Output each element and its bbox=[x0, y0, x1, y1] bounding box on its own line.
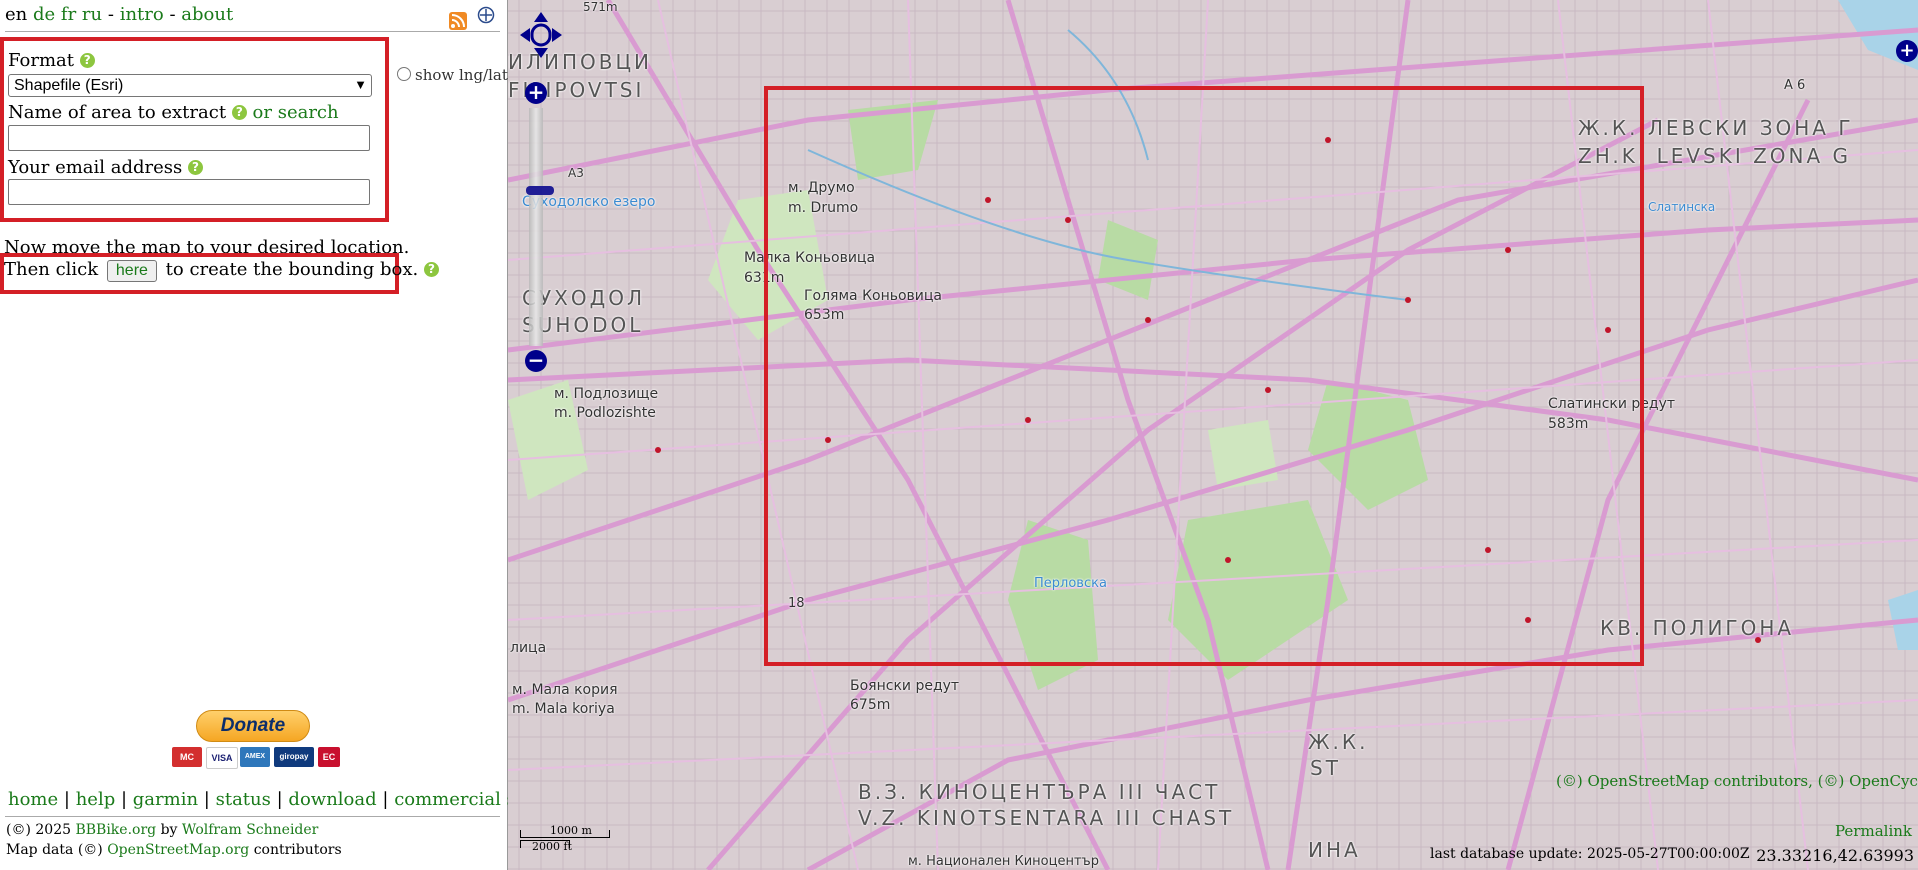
map-data-credit: Map data (©) OpenStreetMap.org contribut… bbox=[6, 842, 342, 858]
coordinates-readout: 23.33216,42.63993 bbox=[1756, 846, 1914, 865]
or-search-link[interactable]: or search bbox=[253, 102, 339, 123]
divider bbox=[5, 31, 500, 32]
bbbike-link[interactable]: BBBike.org bbox=[75, 822, 156, 838]
bounding-box[interactable] bbox=[764, 86, 1644, 666]
format-label: Format ? bbox=[8, 50, 95, 71]
map-canvas[interactable]: ИЛИПОВЦИ FILIPOVTSI 571m Суходолско езер… bbox=[508, 0, 1918, 870]
lang-ru[interactable]: ru bbox=[82, 4, 102, 25]
intro-link[interactable]: intro bbox=[120, 4, 164, 25]
zoom-slider-track[interactable] bbox=[526, 108, 554, 346]
crosshair-icon[interactable] bbox=[477, 6, 495, 24]
zoom-in-icon[interactable]: + bbox=[525, 82, 547, 104]
about-link[interactable]: about bbox=[181, 4, 233, 25]
lang-de[interactable]: de bbox=[33, 4, 55, 25]
email-label: Your email address ? bbox=[8, 157, 204, 178]
help-icon[interactable]: ? bbox=[188, 160, 204, 175]
garmin-link[interactable]: garmin bbox=[133, 789, 198, 810]
mastercard-icon: MC bbox=[172, 747, 202, 767]
rss-icon[interactable] bbox=[449, 12, 467, 30]
help-icon[interactable]: ? bbox=[231, 105, 247, 120]
sidebar: en de fr ru - intro - about Format ? Sha… bbox=[0, 0, 577, 870]
zoom-slider-handle[interactable] bbox=[526, 186, 554, 195]
show-lnglat-option[interactable]: show lng/lat bbox=[397, 66, 508, 84]
zoom-out-icon[interactable]: − bbox=[525, 350, 547, 372]
layer-switcher-icon[interactable]: + bbox=[1896, 40, 1918, 62]
area-name-input[interactable] bbox=[8, 125, 370, 151]
status-link[interactable]: status bbox=[216, 789, 271, 810]
area-label: Name of area to extract ? or search bbox=[8, 102, 339, 123]
copyright: (©) 2025 BBBike.org by Wolfram Schneider bbox=[6, 822, 319, 838]
database-update: last database update: 2025-05-27T00:00:0… bbox=[1430, 846, 1750, 862]
download-link[interactable]: download bbox=[288, 789, 376, 810]
permalink-link[interactable]: Permalink bbox=[1835, 822, 1912, 840]
donate-button[interactable]: Donate bbox=[196, 710, 310, 742]
help-link[interactable]: help bbox=[76, 789, 116, 810]
language-bar: en de fr ru - intro - about bbox=[5, 4, 234, 25]
scale-bar: 1000 m 2000 ft bbox=[520, 824, 610, 860]
radio-icon[interactable] bbox=[397, 67, 411, 81]
footer-links: home | help | garmin | status | download… bbox=[8, 789, 578, 810]
giropay-icon: giropay bbox=[274, 747, 314, 767]
amex-icon: AMEX bbox=[240, 747, 270, 767]
osm-link[interactable]: OpenStreetMap.org bbox=[107, 842, 249, 858]
email-input[interactable] bbox=[8, 179, 370, 205]
chevron-down-icon: ▼ bbox=[354, 77, 367, 92]
help-icon[interactable]: ? bbox=[79, 53, 95, 68]
help-icon[interactable]: ? bbox=[423, 262, 439, 277]
home-link[interactable]: home bbox=[8, 789, 58, 810]
create-bbox-button[interactable]: here bbox=[106, 260, 157, 282]
map-attribution[interactable]: (©) OpenStreetMap contributors, (©) Open… bbox=[1556, 772, 1918, 790]
lang-fr[interactable]: fr bbox=[61, 4, 76, 25]
zoom-control[interactable]: + − bbox=[525, 82, 554, 372]
ec-icon: EC bbox=[318, 747, 340, 767]
format-select[interactable]: Shapefile (Esri) ▼ bbox=[8, 74, 372, 97]
instruction-line-2: Then click here to create the bounding b… bbox=[4, 259, 439, 282]
lang-current: en bbox=[5, 4, 28, 25]
visa-icon: VISA bbox=[206, 747, 238, 769]
author-link[interactable]: Wolfram Schneider bbox=[182, 822, 318, 838]
divider bbox=[5, 816, 500, 817]
pan-control[interactable] bbox=[518, 10, 564, 60]
